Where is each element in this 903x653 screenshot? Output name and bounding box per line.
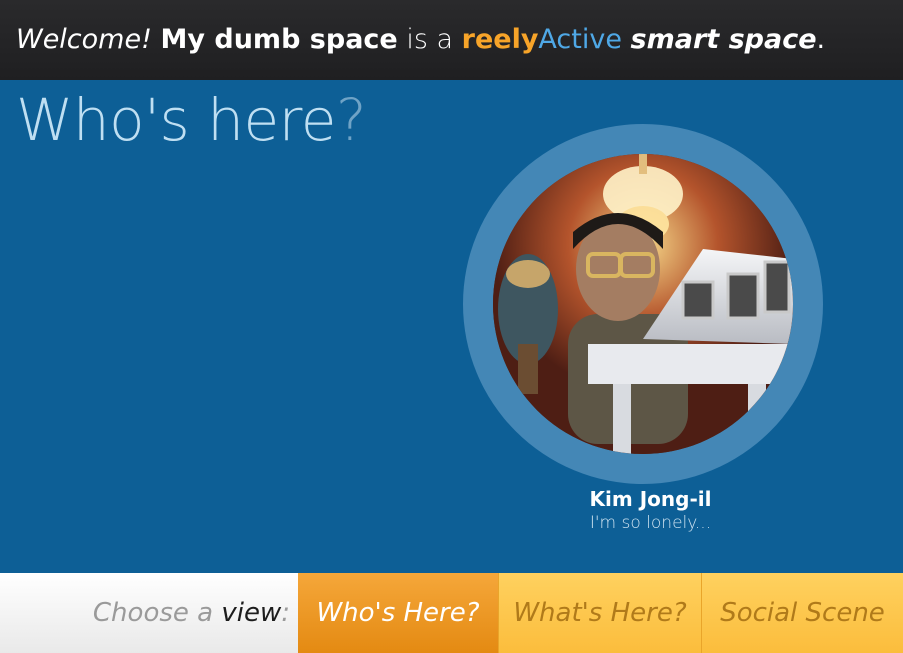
header-period: . [816,24,826,55]
header-text: Welcome! My dumb space is a reelyActive … [16,0,825,80]
brand-active: Active [538,24,622,55]
person-card[interactable]: Kim Jong-il I'm so lonely... [463,124,823,544]
smart-space-text: smart space [630,24,817,55]
space-name: My dumb space [160,24,398,55]
tab-whos-here[interactable]: Who's Here? [298,573,498,653]
avatar-image [493,154,793,454]
view-nav: Choose a view: Who's Here? What's Here? … [0,573,903,653]
page-title-main: Who's here [16,86,336,154]
page-title: Who's here? [16,86,367,154]
brand-reely: reely [461,24,539,55]
person-name[interactable]: Kim Jong-il [463,487,838,511]
person-status: I'm so lonely... [589,513,712,533]
welcome-text: Welcome! [16,24,152,55]
avatar-ring [463,124,823,484]
choose-colon: : [281,598,290,628]
choose-prefix: Choose a [92,598,214,628]
header-bar: Welcome! My dumb space is a reelyActive … [0,0,903,80]
tab-social-scene[interactable]: Social Scene [701,573,903,653]
avatar[interactable] [493,154,793,454]
choose-view-label: Choose a view: [0,573,298,653]
choose-view-word: view [221,598,282,628]
header-connector: is a [406,24,454,55]
tab-whats-here[interactable]: What's Here? [498,573,701,653]
page-title-mark: ? [335,86,367,154]
app-root: Welcome! My dumb space is a reelyActive … [0,0,903,653]
brand-name[interactable]: reelyActive [462,24,622,55]
